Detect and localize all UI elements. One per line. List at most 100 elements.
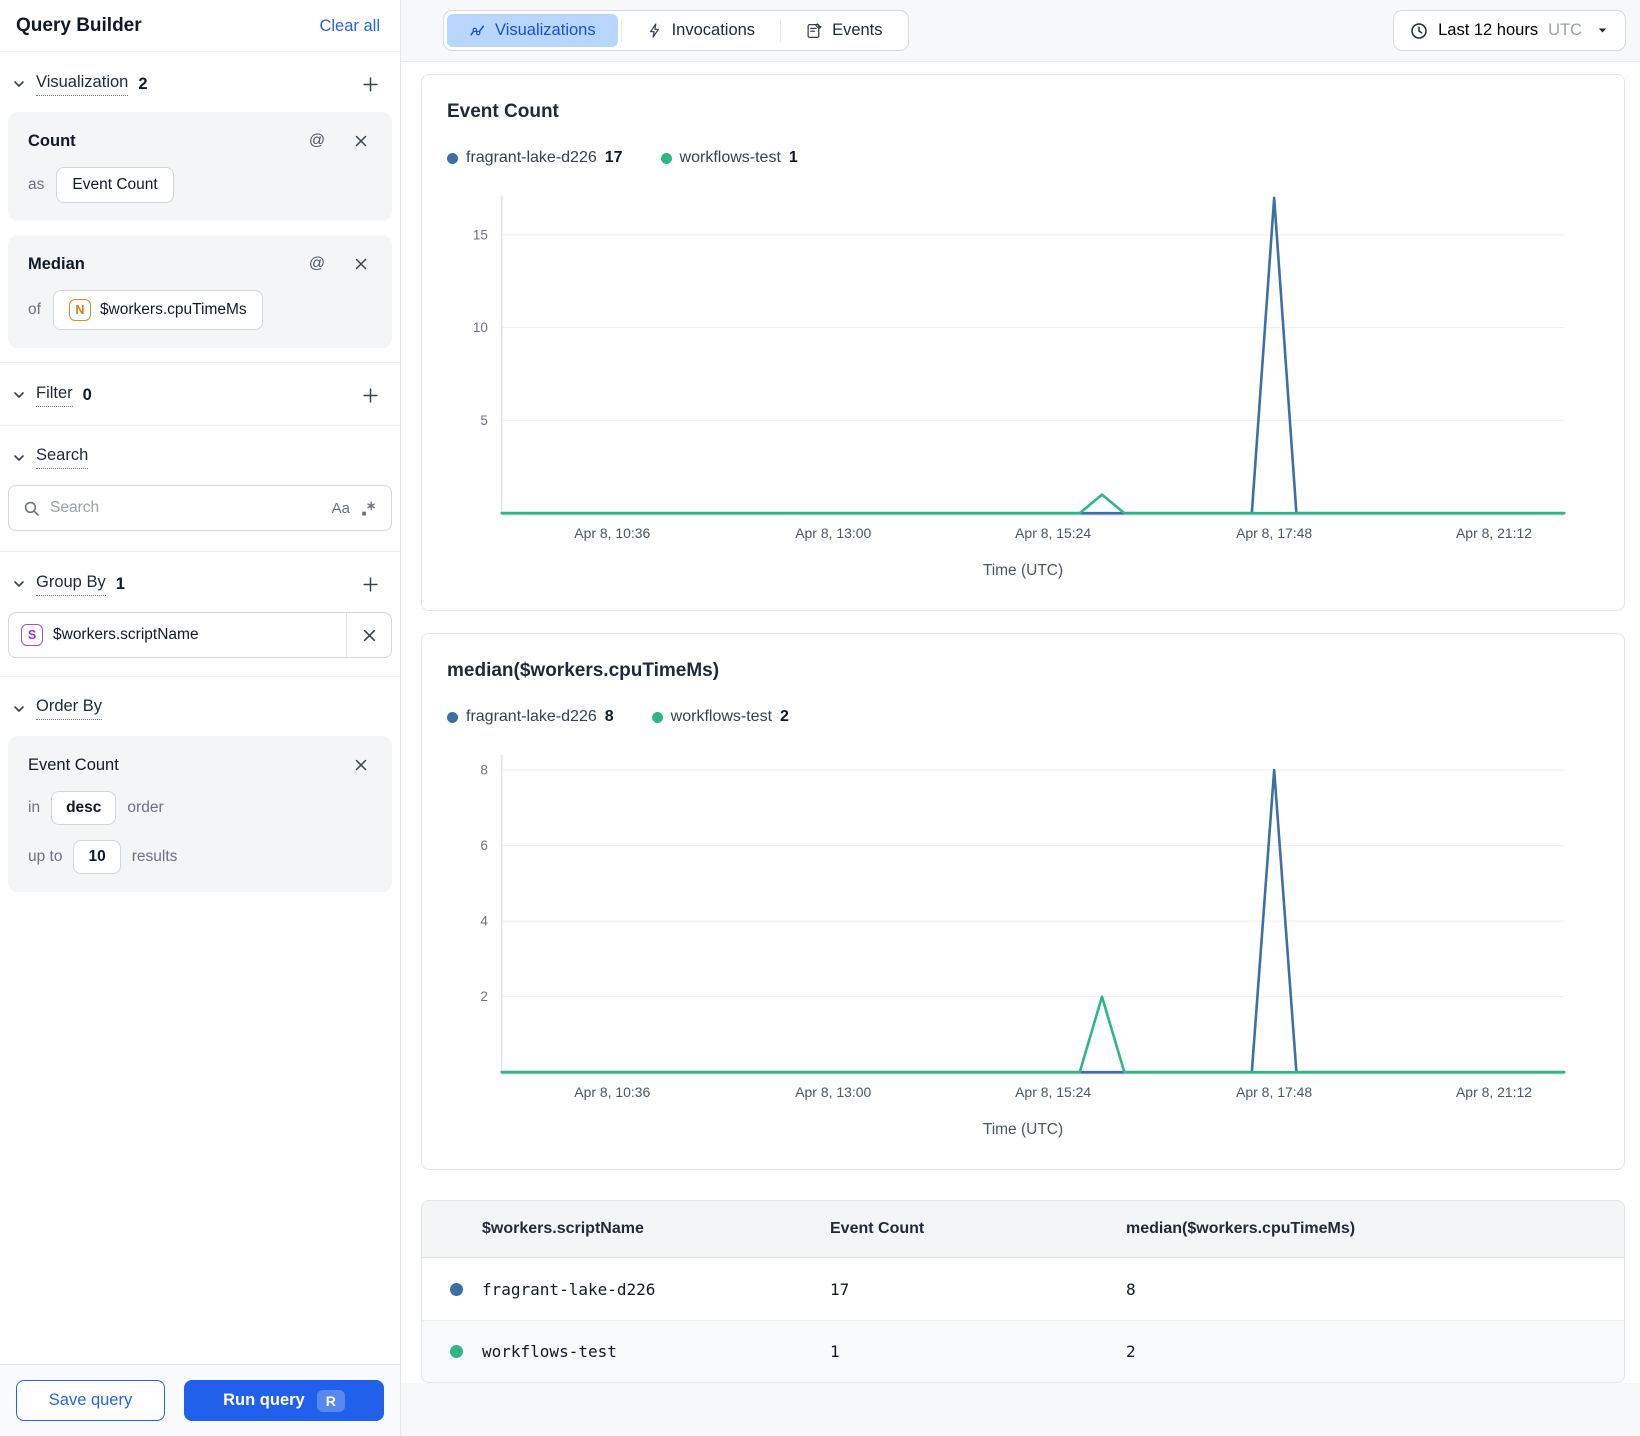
legend-item[interactable]: workflows-test 1 xyxy=(660,149,798,167)
svg-text:2: 2 xyxy=(480,989,487,1004)
chevron-down-icon[interactable] xyxy=(12,77,26,91)
timezone-label: UTC xyxy=(1548,21,1582,39)
remove-median-icon[interactable] xyxy=(350,253,372,275)
legend-dot xyxy=(651,711,663,723)
count-card: Count @ as Event Count xyxy=(8,112,392,221)
add-visualization-button[interactable] xyxy=(358,72,382,96)
svg-text:Apr 8, 21:12: Apr 8, 21:12 xyxy=(1456,525,1532,541)
page-title: Query Builder xyxy=(16,15,142,36)
caret-down-icon xyxy=(1596,24,1609,37)
section-groupby-label[interactable]: Group By xyxy=(36,573,106,596)
remove-orderby-icon[interactable] xyxy=(350,754,372,776)
svg-text:4: 4 xyxy=(480,914,488,929)
svg-text:Apr 8, 17:48: Apr 8, 17:48 xyxy=(1236,1084,1312,1100)
add-filter-button[interactable] xyxy=(358,383,382,407)
table-row: fragrant-lake-d226 17 8 xyxy=(422,1258,1624,1320)
add-groupby-button[interactable] xyxy=(358,572,382,596)
median-cputime-plot[interactable]: 2 4 6 8 Apr 8, 10:36 Apr 8, 13:00 Apr 8, 15:24… xyxy=(422,740,1624,1111)
chevron-down-icon[interactable] xyxy=(12,451,26,465)
groupby-count: 1 xyxy=(115,574,125,593)
save-query-button[interactable]: Save query xyxy=(16,1380,165,1421)
legend-item[interactable]: workflows-test 2 xyxy=(651,708,789,726)
tab-visualizations[interactable]: Visualizations xyxy=(447,14,618,47)
section-visualization-label[interactable]: Visualization xyxy=(36,73,129,96)
sidebar-body: Visualization 2 Count @ as Event Count M… xyxy=(0,52,400,1364)
content: Event Count fragrant-lake-d226 17 workflo… xyxy=(401,62,1640,1384)
run-query-button[interactable]: Run query R xyxy=(184,1380,384,1421)
median-cputime-chart-card: median($workers.cpuTimeMs) fragrant-lake… xyxy=(421,633,1625,1171)
series-dot xyxy=(450,1345,463,1359)
table-row: workflows-test 1 2 xyxy=(422,1320,1624,1383)
clear-all-button[interactable]: Clear all xyxy=(319,17,380,36)
chart-title: Event Count xyxy=(447,101,559,122)
main-area: Visualizations Invocations Events Last 1… xyxy=(401,0,1640,1436)
legend-item[interactable]: fragrant-lake-d226 8 xyxy=(447,708,614,726)
section-filter-label[interactable]: Filter xyxy=(36,384,73,407)
median-field-selector[interactable]: N $workers.cpuTimeMs xyxy=(52,290,263,330)
table-header-row: $workers.scriptName Event Count median($… xyxy=(422,1201,1624,1259)
svg-text:Apr 8, 10:36: Apr 8, 10:36 xyxy=(574,525,650,541)
legend-dot xyxy=(660,152,672,164)
table-body: fragrant-lake-d226 17 8 workflows-test 1 2 xyxy=(422,1258,1624,1383)
in-label: in xyxy=(28,799,41,816)
svg-text:10: 10 xyxy=(473,320,488,335)
column-header: median($workers.cpuTimeMs) xyxy=(1126,1220,1356,1238)
time-range-selector[interactable]: Last 12 hours UTC xyxy=(1393,10,1626,51)
groupby-field: $workers.scriptName xyxy=(53,626,199,643)
regex-icon[interactable] xyxy=(360,500,377,517)
sort-direction-selector[interactable]: desc xyxy=(51,791,117,825)
of-label: of xyxy=(28,301,41,318)
svg-text:5: 5 xyxy=(480,413,487,428)
chart-legend: fragrant-lake-d226 8 workflows-test 2 xyxy=(447,708,1624,726)
count-card-title: Count xyxy=(28,131,76,150)
match-case-icon[interactable]: Aa xyxy=(332,500,350,517)
svg-text:6: 6 xyxy=(480,838,487,853)
alias-icon[interactable]: @ xyxy=(306,130,328,152)
chevron-down-icon[interactable] xyxy=(12,577,26,591)
x-axis-label: Time (UTC) xyxy=(982,1121,1064,1139)
filter-count: 0 xyxy=(82,385,92,404)
event-count-plot[interactable]: 5 10 15 Apr 8, 10:36 Apr 8, 13:00 Apr 8, 15:2… xyxy=(422,181,1624,552)
query-builder-sidebar: Query Builder Clear all Visualization 2 … xyxy=(0,0,401,1436)
result-limit-input[interactable]: 10 xyxy=(73,840,121,874)
section-orderby-label[interactable]: Order By xyxy=(36,697,103,720)
section-search-header: Search xyxy=(0,430,400,483)
svg-text:Apr 8, 17:48: Apr 8, 17:48 xyxy=(1236,525,1312,541)
remove-groupby-icon[interactable] xyxy=(347,613,391,657)
chevron-down-icon[interactable] xyxy=(12,702,26,716)
median-card: Median @ of N $workers.cpuTimeMs xyxy=(8,235,392,348)
sidebar-header: Query Builder Clear all xyxy=(0,0,400,52)
count-alias-field[interactable]: Event Count xyxy=(56,167,174,203)
alias-icon[interactable]: @ xyxy=(306,253,328,275)
median-cell: 8 xyxy=(1126,1279,1136,1299)
legend-dot xyxy=(447,711,458,723)
search-input[interactable] xyxy=(50,499,322,517)
upto-label: up to xyxy=(28,848,63,865)
x-axis-label: Time (UTC) xyxy=(982,562,1064,580)
separator xyxy=(780,19,782,42)
svg-text:8: 8 xyxy=(480,763,487,778)
groupby-item[interactable]: S $workers.scriptName xyxy=(8,612,392,658)
tab-events[interactable]: Events xyxy=(784,14,904,47)
results-table: $workers.scriptName Event Count median($… xyxy=(421,1200,1625,1384)
string-type-badge: S xyxy=(21,624,43,646)
line-chart-icon xyxy=(469,22,486,39)
chart-legend: fragrant-lake-d226 17 workflows-test 1 xyxy=(447,149,1624,167)
legend-dot xyxy=(447,152,458,164)
event-count-cell: 17 xyxy=(830,1279,850,1299)
event-count-cell: 1 xyxy=(830,1342,840,1362)
section-visualization-header: Visualization 2 xyxy=(0,56,400,110)
separator xyxy=(620,19,622,42)
svg-text:Apr 8, 15:24: Apr 8, 15:24 xyxy=(1015,1084,1091,1100)
section-search-label[interactable]: Search xyxy=(36,446,89,469)
median-card-title: Median xyxy=(28,254,85,273)
remove-count-icon[interactable] xyxy=(350,130,372,152)
script-name-cell: workflows-test xyxy=(482,1342,617,1362)
form-icon xyxy=(806,22,823,39)
orderby-card: Event Count in desc order up to 10 resul… xyxy=(8,736,392,892)
svg-text:Apr 8, 10:36: Apr 8, 10:36 xyxy=(574,1084,650,1100)
legend-item[interactable]: fragrant-lake-d226 17 xyxy=(447,149,623,167)
tab-invocations[interactable]: Invocations xyxy=(625,14,777,47)
chevron-down-icon[interactable] xyxy=(12,388,26,402)
svg-text:Apr 8, 13:00: Apr 8, 13:00 xyxy=(795,525,871,541)
